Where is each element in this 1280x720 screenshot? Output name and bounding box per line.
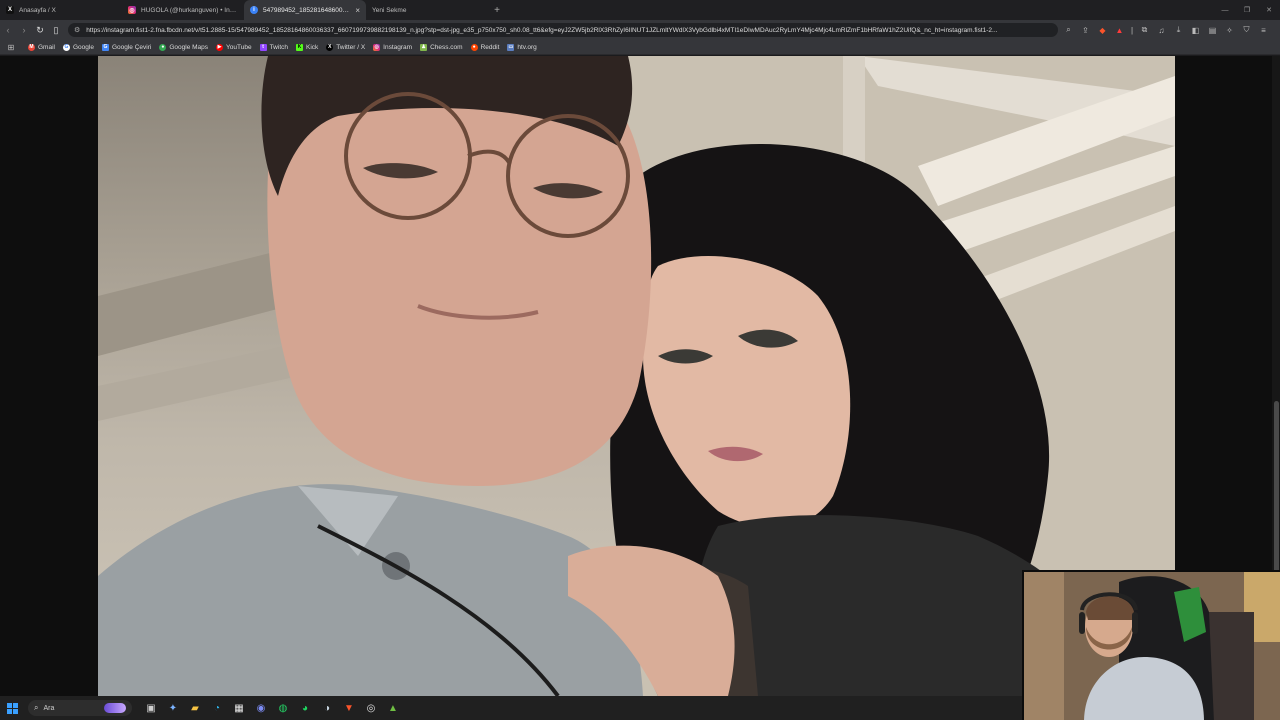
edge-icon[interactable]: ◔ bbox=[206, 696, 228, 720]
toolbar-icons: ⌕ ⇪ ◆ ▲ | ⧉ ♫ ⤓ ◧ ▤ ✧ ⛉ ≡ bbox=[1060, 20, 1272, 40]
bookmark-kick[interactable]: K Kick bbox=[295, 43, 318, 51]
brave-browser-icon[interactable]: ▼ bbox=[338, 696, 360, 720]
webcam-overlay bbox=[1022, 570, 1280, 720]
tab-title: 547989452_18528164860036337_660719973988… bbox=[263, 6, 352, 14]
tab-2-active[interactable]: i 547989452_18528164860036337_6607199739… bbox=[244, 0, 366, 20]
kick-icon: K bbox=[295, 43, 303, 51]
minecraft-icon[interactable]: ▲ bbox=[382, 696, 404, 720]
navigation-bar: ‹ › ↻ ▯ ⚙ https://instagram.fist1-2.fna.… bbox=[0, 20, 1280, 40]
discord-icon[interactable]: ◉ bbox=[250, 696, 272, 720]
taskbar-search[interactable]: ⌕ Ara bbox=[28, 700, 132, 716]
brave-rewards-icon[interactable]: ▲ bbox=[1111, 20, 1128, 40]
address-bar[interactable]: ⚙ https://instagram.fist1-2.fna.fbcdn.ne… bbox=[68, 23, 1058, 37]
copilot-icon[interactable]: ✦ bbox=[162, 696, 184, 720]
close-icon[interactable]: × bbox=[355, 6, 360, 15]
brave-icon: i bbox=[250, 6, 258, 14]
file-explorer-icon[interactable]: ▰ bbox=[184, 696, 206, 720]
bookmark-google[interactable]: G Google bbox=[62, 43, 94, 51]
leo-ai-icon[interactable]: ✧ bbox=[1221, 20, 1238, 40]
separator: | bbox=[1130, 25, 1134, 35]
bookmark-reddit[interactable]: ● Reddit bbox=[470, 43, 499, 51]
gmail-icon: M bbox=[28, 43, 35, 51]
webcam-illustration bbox=[1024, 572, 1280, 720]
search-label: Ara bbox=[43, 704, 55, 712]
bookmark-twitter[interactable]: X Twitter / X bbox=[326, 43, 365, 51]
extensions-icon[interactable]: ⧉ bbox=[1136, 20, 1153, 40]
chess-icon: ♟ bbox=[420, 43, 428, 51]
obs-icon[interactable]: ◎ bbox=[360, 696, 382, 720]
site-settings-icon[interactable]: ⚙ bbox=[74, 26, 80, 34]
apps-grid-icon[interactable]: ⊞ bbox=[4, 43, 18, 52]
bookmarks-bar: ⊞ M Gmail G Google G Google Çeviri ● Google … bbox=[0, 40, 1280, 55]
tab-0[interactable]: X Anasayfa / X bbox=[0, 0, 122, 20]
bookmark-google-maps[interactable]: ● Google Maps bbox=[159, 43, 208, 51]
reddit-icon: ● bbox=[470, 43, 478, 51]
search-highlight-icon bbox=[104, 703, 126, 713]
taskbar-apps: ▣ ✦ ▰ ◔ ▦ ◉ ◍ ◕ ◑ ▼ ◎ ▲ bbox=[140, 696, 404, 720]
photo-illustration bbox=[98, 56, 1175, 696]
tab-3[interactable]: Yeni Sekme bbox=[366, 0, 488, 20]
bookmark-twitch[interactable]: t Twitch bbox=[259, 43, 288, 51]
tab-title: Yeni Sekme bbox=[372, 6, 407, 14]
bookmark-icon[interactable]: ▯ bbox=[48, 20, 64, 40]
share-icon[interactable]: ⇪ bbox=[1077, 20, 1094, 40]
download-icon[interactable]: ⤓ bbox=[1170, 20, 1187, 40]
google-translate-icon: G bbox=[101, 43, 109, 51]
new-tab-button[interactable]: + bbox=[488, 0, 506, 20]
window-controls: — ❐ ✕ bbox=[1214, 0, 1280, 20]
search-icon: ⌕ bbox=[34, 703, 39, 712]
x-logo-icon: X bbox=[6, 6, 14, 14]
google-maps-icon: ● bbox=[159, 43, 167, 51]
tab-title: Anasayfa / X bbox=[19, 6, 56, 14]
bookmark-instagram[interactable]: ◎ Instagram bbox=[373, 43, 412, 51]
vpn-icon[interactable]: ⛉ bbox=[1238, 20, 1255, 40]
store-icon[interactable]: ▦ bbox=[228, 696, 250, 720]
wallet-icon[interactable]: ▤ bbox=[1204, 20, 1221, 40]
forward-icon[interactable]: › bbox=[16, 20, 32, 40]
bookmark-youtube[interactable]: ▶ YouTube bbox=[216, 43, 252, 51]
instagram-icon: ◎ bbox=[373, 43, 381, 51]
minimize-icon[interactable]: — bbox=[1214, 0, 1236, 20]
twitch-icon: t bbox=[259, 43, 267, 51]
x-logo-icon: X bbox=[326, 43, 334, 51]
spotify-icon[interactable]: ◕ bbox=[294, 696, 316, 720]
whatsapp-icon[interactable]: ◍ bbox=[272, 696, 294, 720]
brave-shields-icon[interactable]: ◆ bbox=[1094, 20, 1111, 40]
windows-logo-icon bbox=[6, 702, 18, 714]
tab-1[interactable]: ◎ HUGOLA (@hurkanguven) • Instagram bbox=[122, 0, 244, 20]
zoom-icon[interactable]: ⌕ bbox=[1060, 20, 1077, 40]
maximize-icon[interactable]: ❐ bbox=[1236, 0, 1258, 20]
instagram-icon: ◎ bbox=[128, 6, 136, 14]
htv-icon: ▭ bbox=[507, 43, 515, 51]
menu-icon[interactable]: ≡ bbox=[1255, 20, 1272, 40]
steam-icon[interactable]: ◑ bbox=[316, 696, 338, 720]
bookmark-gmail[interactable]: M Gmail bbox=[28, 43, 55, 51]
tab-title: HUGOLA (@hurkanguven) • Instagram bbox=[141, 6, 238, 14]
task-view-icon[interactable]: ▣ bbox=[140, 696, 162, 720]
sidebar-icon[interactable]: ◧ bbox=[1187, 20, 1204, 40]
bookmark-google-translate[interactable]: G Google Çeviri bbox=[101, 43, 151, 51]
youtube-icon: ▶ bbox=[216, 43, 224, 51]
reload-icon[interactable]: ↻ bbox=[32, 20, 48, 40]
viewed-photo[interactable] bbox=[98, 56, 1175, 696]
media-icon[interactable]: ♫ bbox=[1153, 20, 1170, 40]
tab-strip: X Anasayfa / X ◎ HUGOLA (@hurkanguven) •… bbox=[0, 0, 1280, 20]
close-window-icon[interactable]: ✕ bbox=[1258, 0, 1280, 20]
google-icon: G bbox=[62, 43, 70, 51]
start-button[interactable] bbox=[0, 696, 24, 720]
address-url[interactable]: https://instagram.fist1-2.fna.fbcdn.net/… bbox=[86, 27, 1052, 34]
bookmark-chess[interactable]: ♟ Chess.com bbox=[420, 43, 463, 51]
back-icon[interactable]: ‹ bbox=[0, 20, 16, 40]
bookmark-htv[interactable]: ▭ htv.org bbox=[507, 43, 537, 51]
